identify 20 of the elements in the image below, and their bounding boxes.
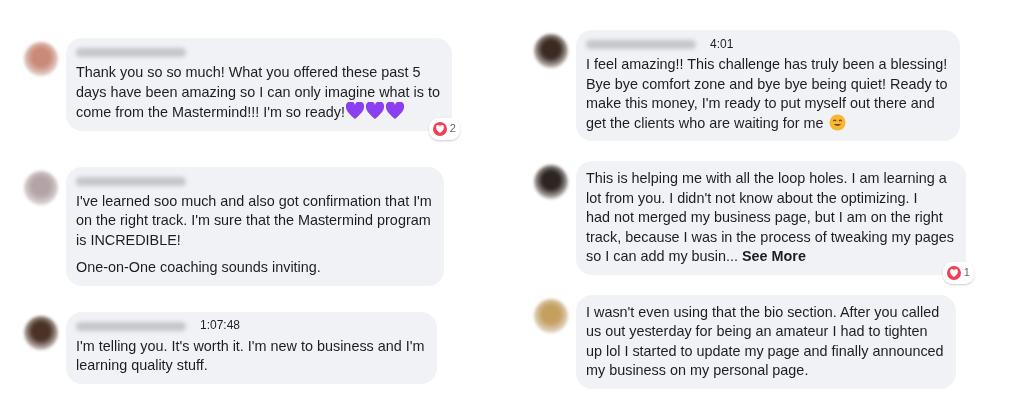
comment-text: One-on-One coaching sounds inviting. xyxy=(76,258,321,277)
reaction-badge: 1 xyxy=(942,262,974,284)
avatar xyxy=(534,34,568,68)
avatar xyxy=(534,298,568,333)
avatar xyxy=(24,42,58,76)
comment-time: 1:07:48 xyxy=(200,317,241,335)
heart-icon xyxy=(432,121,447,136)
heart-icon xyxy=(946,265,961,280)
smiling-face-icon xyxy=(828,113,846,131)
see-more-link[interactable]: See More xyxy=(742,248,806,264)
comment-text: I've learned soo much and also got confirmation that I'm on the right track. I'm sure that the Mastermind program is INCREDIBLE! xyxy=(76,191,432,250)
hearts-icon xyxy=(346,102,407,120)
avatar xyxy=(534,165,568,199)
avatar xyxy=(24,315,58,350)
avatar xyxy=(24,170,58,205)
comment-text: I wasn't even using that the bio section. After you called us out yesterday for being an amateur I had to tighten up lol I started to update my page and finally announced my business on my personal page. xyxy=(586,302,944,380)
reaction-badge: 2 xyxy=(428,118,460,140)
comment-time: 4:01 xyxy=(710,35,734,53)
comment-text: I'm telling you. It's worth it. I'm new to business and I'm learning quality stuff. xyxy=(76,336,425,375)
comment-text: I feel amazing!! This challenge has truly been a blessing! Bye bye comfort zone and bye bye being quiet! Ready to make this money, I'm ready to put myself out there and get the clients who are waiting for me xyxy=(586,55,948,133)
